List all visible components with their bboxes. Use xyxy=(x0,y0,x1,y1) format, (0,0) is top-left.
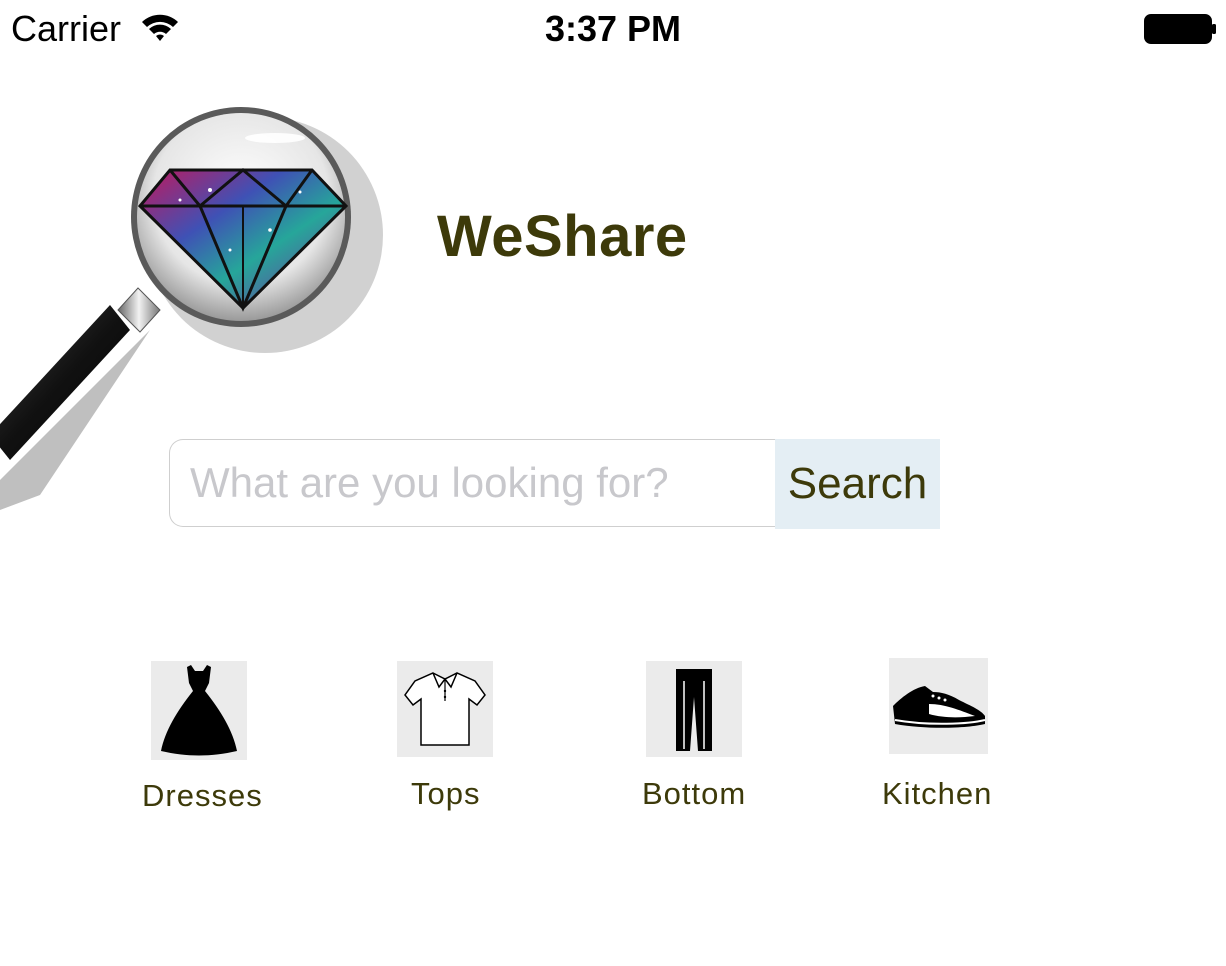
search-input[interactable] xyxy=(169,439,775,527)
status-time: 3:37 PM xyxy=(544,8,682,49)
dress-icon xyxy=(151,661,247,760)
search-bar: Search xyxy=(169,439,940,529)
category-kitchen[interactable]: Kitchen xyxy=(880,656,995,821)
battery-icon xyxy=(1144,14,1216,44)
category-label: Tops xyxy=(411,776,481,811)
status-bar: Carrier 3:37 PM xyxy=(0,0,1226,60)
category-bottom[interactable]: Bottom xyxy=(640,660,750,820)
category-label: Dresses xyxy=(142,778,263,813)
category-label: Bottom xyxy=(642,776,747,811)
shirt-icon xyxy=(397,661,493,757)
category-label: Kitchen xyxy=(882,776,993,811)
app-title: WeShare xyxy=(437,204,688,269)
search-button[interactable]: Search xyxy=(775,439,940,529)
pants-icon xyxy=(646,661,742,757)
category-dresses[interactable]: Dresses xyxy=(140,660,263,820)
category-tops[interactable]: Tops xyxy=(390,660,500,820)
sneaker-icon xyxy=(889,658,988,754)
